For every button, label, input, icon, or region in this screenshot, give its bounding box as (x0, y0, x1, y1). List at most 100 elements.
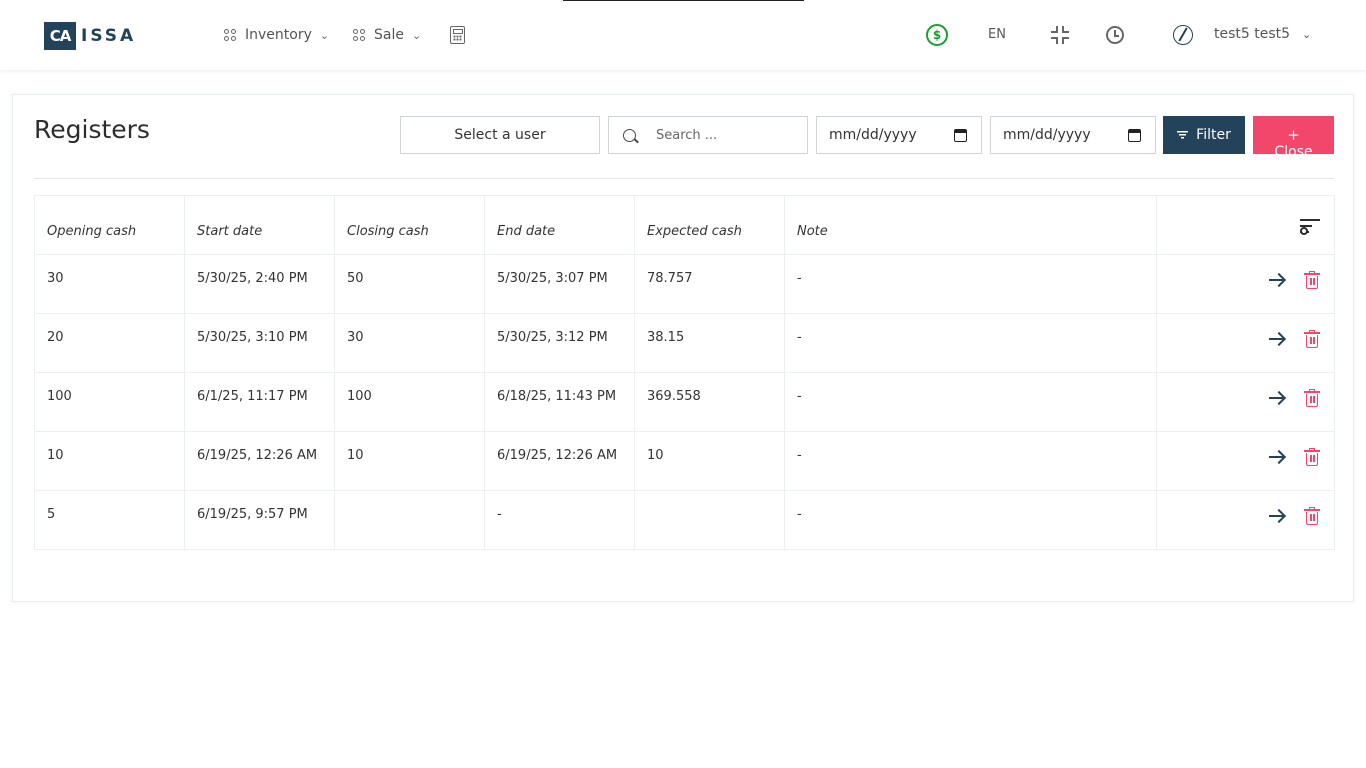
row-actions (1156, 431, 1335, 491)
sync-symbol: $ (932, 28, 942, 42)
expected-cash-cell: 369.558 (634, 372, 785, 432)
opening-cash-cell: 30 (34, 254, 185, 314)
language-switcher[interactable]: EN (988, 27, 1006, 42)
end-date-cell: 6/19/25, 12:26 AM (484, 431, 635, 491)
date-to-placeholder: mm/dd/yyyy (1003, 127, 1091, 143)
opening-cash-cell: 10 (34, 431, 185, 491)
date-from-placeholder: mm/dd/yyyy (829, 127, 917, 143)
close-label: Close (1274, 144, 1313, 154)
nav-sale-label: Sale (374, 27, 404, 43)
select-user-dropdown[interactable]: Select a user (400, 116, 600, 154)
date-from-input[interactable]: mm/dd/yyyy (816, 116, 982, 154)
filter-label: Filter (1196, 127, 1231, 143)
trash-icon[interactable] (1304, 330, 1320, 348)
table-row: 20 5/30/25, 3:10 PM 30 5/30/25, 3:12 PM … (34, 313, 1335, 373)
trash-icon[interactable] (1304, 271, 1320, 289)
trash-icon[interactable] (1304, 448, 1320, 466)
row-actions (1156, 372, 1335, 432)
logo-mark: CA (44, 22, 76, 50)
column-header[interactable]: Note (784, 195, 1157, 255)
calendar-icon[interactable] (954, 128, 967, 142)
calculator-icon[interactable] (450, 26, 465, 44)
closing-cash-cell: 30 (334, 313, 485, 373)
loading-bar (563, 0, 804, 1)
user-menu[interactable]: test5 test5 ⌄ (1214, 26, 1311, 42)
end-date-cell: 5/30/25, 3:07 PM (484, 254, 635, 314)
app-logo[interactable]: CA ISSA (44, 22, 136, 50)
table-header-row: Opening cash Start date Closing cash End… (34, 195, 1335, 255)
avatar[interactable] (1173, 25, 1193, 45)
expected-cash-cell: 78.757 (634, 254, 785, 314)
note-cell: - (784, 254, 1157, 314)
search-box[interactable] (608, 116, 808, 154)
date-to-input[interactable]: mm/dd/yyyy (990, 116, 1156, 154)
arrow-right-icon[interactable] (1268, 508, 1284, 524)
column-header[interactable]: Closing cash (334, 195, 485, 255)
arrow-right-icon[interactable] (1268, 449, 1284, 465)
nav-sale[interactable]: Sale ⌄ (353, 22, 421, 48)
arrow-right-icon[interactable] (1268, 390, 1284, 406)
column-settings-icon[interactable] (1300, 218, 1320, 235)
opening-cash-cell: 100 (34, 372, 185, 432)
column-header[interactable]: Expected cash (634, 195, 785, 255)
row-actions (1156, 313, 1335, 373)
logo-text: ISSA (81, 26, 137, 46)
note-cell: - (784, 490, 1157, 550)
calendar-icon[interactable] (1128, 128, 1141, 142)
user-name: test5 test5 (1214, 26, 1291, 42)
search-icon (623, 128, 636, 142)
filter-icon (1177, 131, 1189, 139)
column-header[interactable]: Opening cash (34, 195, 185, 255)
chevron-down-icon: ⌄ (1302, 27, 1312, 41)
table-row: 30 5/30/25, 2:40 PM 50 5/30/25, 3:07 PM … (34, 254, 1335, 314)
table-row: 10 6/19/25, 12:26 AM 10 6/19/25, 12:26 A… (34, 431, 1335, 491)
nav-inventory[interactable]: Inventory ⌄ (224, 22, 329, 48)
column-header[interactable]: End date (484, 195, 635, 255)
expected-cash-cell (634, 490, 785, 550)
chevron-down-icon: ⌄ (319, 28, 330, 42)
start-date-cell: 6/19/25, 12:26 AM (184, 431, 335, 491)
closing-cash-cell (334, 490, 485, 550)
apps-icon (224, 29, 236, 41)
registers-card: Registers Select a user mm/dd/yyyy mm/dd… (12, 94, 1354, 602)
table-row: 5 6/19/25, 9:57 PM - - (34, 490, 1335, 550)
page-title: Registers (34, 115, 150, 144)
closing-cash-cell: 10 (334, 431, 485, 491)
trash-icon[interactable] (1304, 507, 1320, 525)
end-date-cell: 6/18/25, 11:43 PM (484, 372, 635, 432)
expected-cash-cell: 38.15 (634, 313, 785, 373)
row-actions (1156, 490, 1335, 550)
opening-cash-cell: 20 (34, 313, 185, 373)
end-date-cell: 5/30/25, 3:12 PM (484, 313, 635, 373)
closing-cash-cell: 100 (334, 372, 485, 432)
start-date-cell: 5/30/25, 3:10 PM (184, 313, 335, 373)
apps-icon (353, 29, 365, 41)
search-input[interactable] (656, 127, 796, 143)
arrow-right-icon[interactable] (1268, 331, 1284, 347)
start-date-cell: 6/19/25, 9:57 PM (184, 490, 335, 550)
exit-fullscreen-icon[interactable] (1050, 25, 1070, 45)
divider (34, 178, 1334, 179)
start-date-cell: 5/30/25, 2:40 PM (184, 254, 335, 314)
chevron-down-icon: ⌄ (411, 28, 422, 42)
table-row: 100 6/1/25, 11:17 PM 100 6/18/25, 11:43 … (34, 372, 1335, 432)
clock-icon[interactable] (1106, 26, 1124, 44)
trash-icon[interactable] (1304, 389, 1320, 407)
nav-inventory-label: Inventory (245, 27, 312, 43)
row-actions (1156, 254, 1335, 314)
close-register-button[interactable]: + Close (1253, 116, 1334, 154)
note-cell: - (784, 313, 1157, 373)
opening-cash-cell: 5 (34, 490, 185, 550)
start-date-cell: 6/1/25, 11:17 PM (184, 372, 335, 432)
note-cell: - (784, 431, 1157, 491)
column-header[interactable]: Start date (184, 195, 335, 255)
sync-money-icon[interactable]: $ (926, 24, 948, 46)
arrow-right-icon[interactable] (1268, 272, 1284, 288)
top-navbar: CA ISSA Inventory ⌄ Sale ⌄ $ EN test5 te… (0, 0, 1366, 70)
end-date-cell: - (484, 490, 635, 550)
filter-button[interactable]: Filter (1163, 116, 1245, 154)
expected-cash-cell: 10 (634, 431, 785, 491)
closing-cash-cell: 50 (334, 254, 485, 314)
note-cell: - (784, 372, 1157, 432)
plus-icon: + (1287, 126, 1300, 144)
